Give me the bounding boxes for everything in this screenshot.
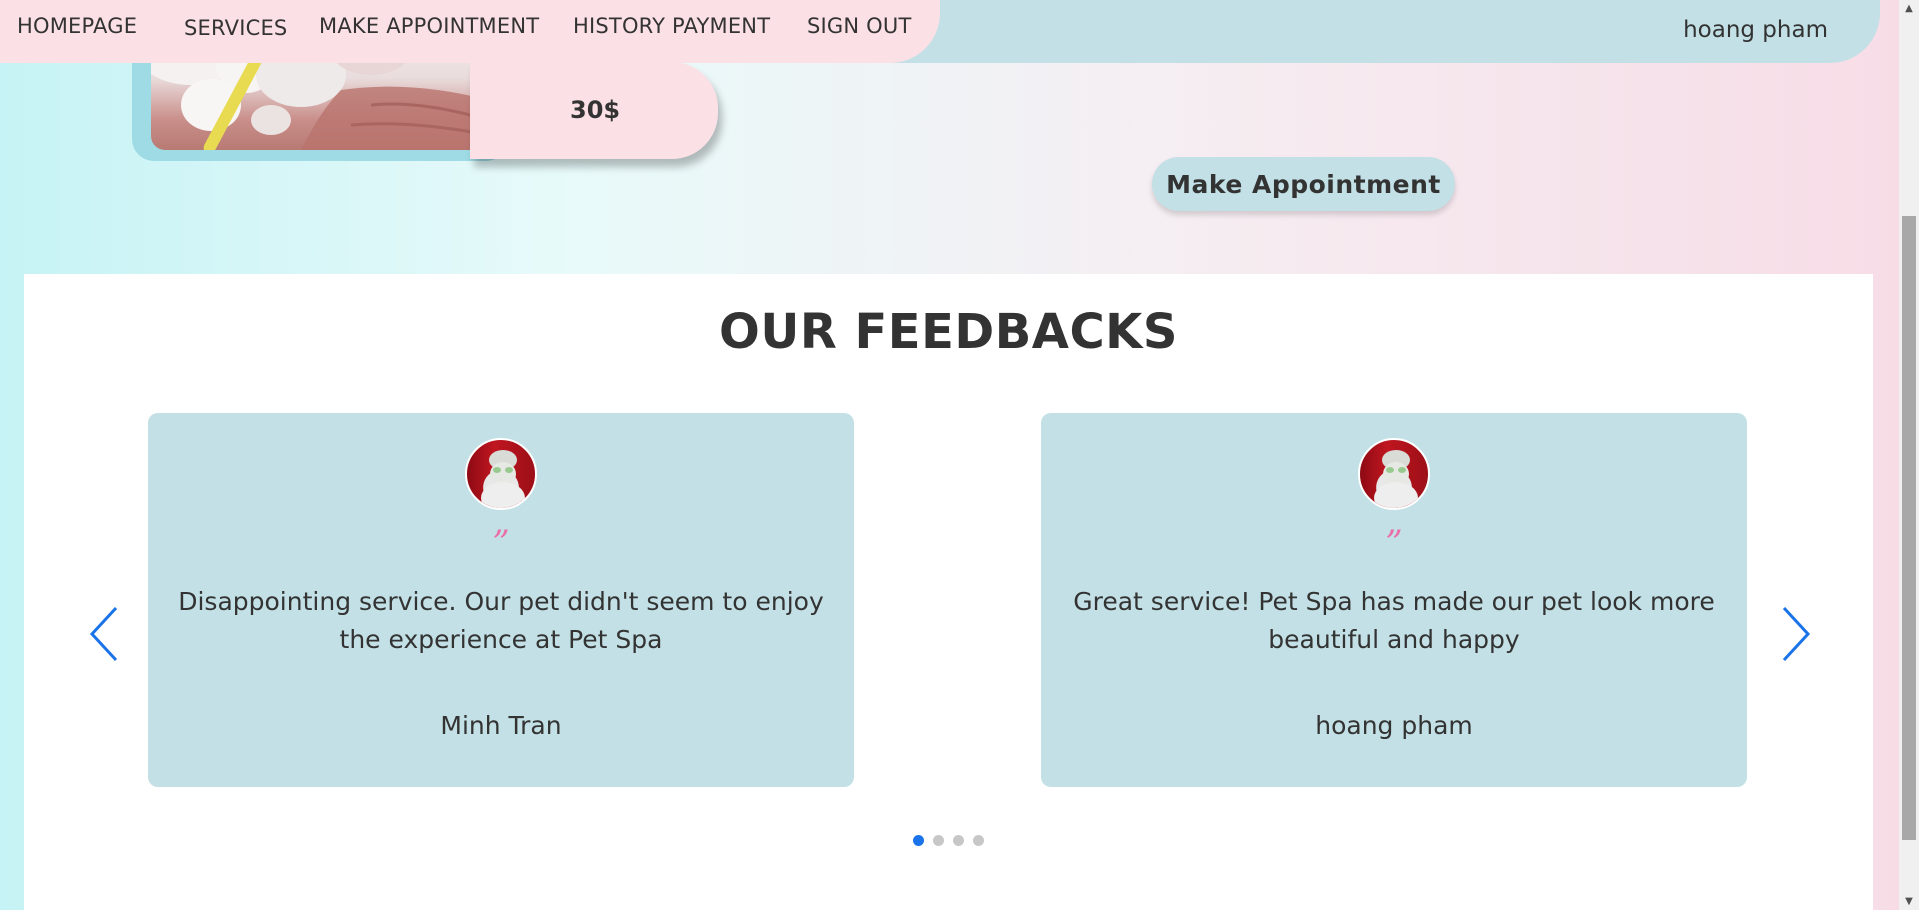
- avatar: [1358, 438, 1430, 510]
- make-appointment-button[interactable]: Make Appointment: [1152, 157, 1455, 211]
- review-text: Disappointing service. Our pet didn't se…: [178, 587, 824, 654]
- carousel-dot[interactable]: [953, 835, 964, 846]
- service-price: 30$: [570, 96, 621, 124]
- carousel-dot[interactable]: [933, 835, 944, 846]
- nav-item-homepage[interactable]: HOMEPAGE: [17, 14, 137, 38]
- feedback-card: ” Disappointing service. Our pet didn't …: [148, 413, 854, 787]
- nav-item-sign-out[interactable]: SIGN OUT: [807, 14, 912, 38]
- scrollbar-thumb[interactable]: [1902, 216, 1916, 840]
- carousel-indicators: [913, 835, 984, 846]
- feedbacks-title: OUR FEEDBACKS: [719, 304, 1178, 360]
- reviewer-name: Minh Tran: [440, 711, 562, 740]
- carousel-dot[interactable]: [913, 835, 924, 846]
- quote-mark: ”: [1385, 523, 1403, 563]
- navbar: HOMEPAGE SERVICES MAKE APPOINTMENT HISTO…: [0, 0, 940, 63]
- quote-mark: ”: [492, 523, 510, 563]
- page-scrollbar[interactable]: ▲ ▼: [1899, 0, 1919, 910]
- feedbacks-section: OUR FEEDBACKS ” Disappointing service. O…: [24, 274, 1873, 910]
- avatar-image: [481, 450, 525, 508]
- avatar-image: [1374, 450, 1418, 508]
- carousel-dot[interactable]: [973, 835, 984, 846]
- scroll-down-icon[interactable]: ▼: [1899, 893, 1919, 910]
- navbar-user-area: hoang pham: [880, 0, 1880, 63]
- page-root: hoang pham HOMEPAGE SERVICES MAKE APPOIN…: [0, 0, 1919, 910]
- review-text: Great service! Pet Spa has made our pet …: [1073, 587, 1715, 654]
- chevron-left-icon[interactable]: [86, 604, 126, 664]
- scroll-up-icon[interactable]: ▲: [1899, 0, 1919, 17]
- nav-item-history-payment[interactable]: HISTORY PAYMENT: [573, 14, 770, 38]
- nav-item-make-appointment[interactable]: MAKE APPOINTMENT: [319, 14, 539, 38]
- avatar: [465, 438, 537, 510]
- chevron-right-icon[interactable]: [1774, 604, 1814, 664]
- reviewer-name: hoang pham: [1315, 711, 1473, 740]
- nav-item-services[interactable]: SERVICES: [184, 16, 287, 40]
- feedback-card: ” Great service! Pet Spa has made our pe…: [1041, 413, 1747, 787]
- user-name-link[interactable]: hoang pham: [1683, 17, 1828, 43]
